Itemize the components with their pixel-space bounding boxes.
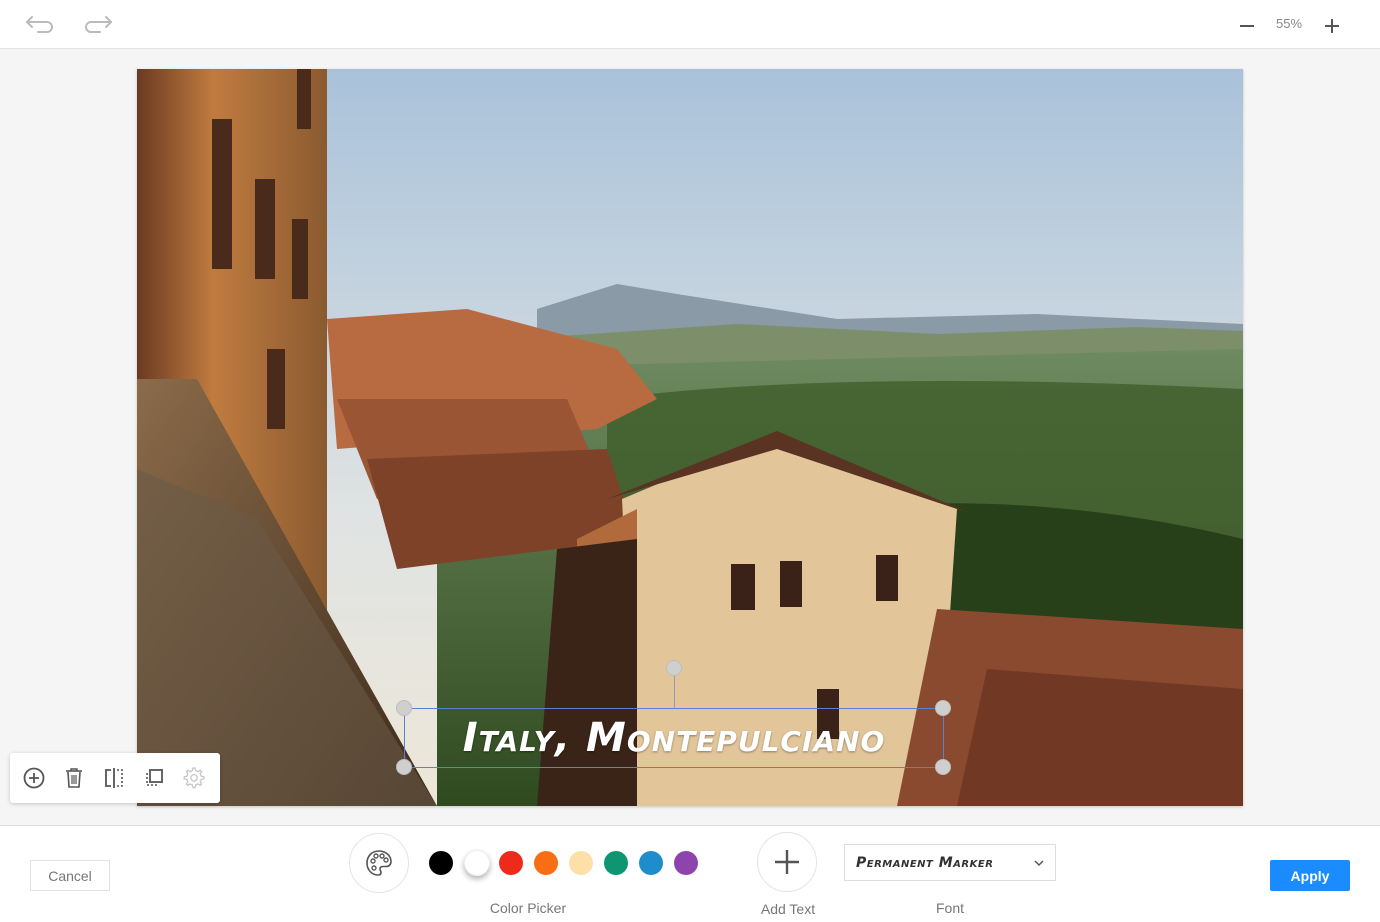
- color-swatch[interactable]: [674, 851, 698, 875]
- color-swatch[interactable]: [499, 851, 523, 875]
- redo-icon: [85, 16, 112, 33]
- color-swatch[interactable]: [429, 851, 453, 875]
- zoom-level: 55%: [1275, 16, 1303, 31]
- plus-icon: [775, 850, 799, 874]
- redo-button[interactable]: [80, 8, 116, 40]
- bottom-toolbar: Cancel Color Picker Add Text Permanent M…: [0, 825, 1380, 922]
- minus-icon: [1240, 25, 1254, 27]
- font-dropdown[interactable]: Permanent Marker: [844, 844, 1056, 881]
- settings-button[interactable]: [182, 766, 206, 790]
- rotation-guide: [674, 676, 675, 708]
- gear-icon: [183, 767, 205, 789]
- flip-icon: [105, 768, 123, 788]
- object-tools-panel: [10, 753, 220, 803]
- duplicate-icon: [146, 769, 163, 786]
- add-button[interactable]: [22, 766, 46, 790]
- flip-button[interactable]: [102, 766, 126, 790]
- color-swatch[interactable]: [604, 851, 628, 875]
- cancel-button[interactable]: Cancel: [30, 860, 110, 891]
- color-swatch[interactable]: [569, 851, 593, 875]
- zoom-in-button[interactable]: [1318, 12, 1346, 40]
- color-swatch[interactable]: [639, 851, 663, 875]
- photo-canvas[interactable]: [137, 69, 1243, 806]
- color-swatch[interactable]: [534, 851, 558, 875]
- resize-handle-bottom-left[interactable]: [396, 759, 412, 775]
- resize-handle-top-right[interactable]: [935, 700, 951, 716]
- add-icon: [23, 767, 45, 789]
- rotate-handle[interactable]: [666, 660, 682, 676]
- plus-icon: [1325, 19, 1339, 33]
- trash-icon: [66, 768, 82, 788]
- undo-icon: [26, 16, 53, 33]
- undo-button[interactable]: [22, 8, 58, 40]
- apply-button[interactable]: Apply: [1270, 860, 1350, 891]
- color-swatch[interactable]: [464, 850, 490, 876]
- font-label: Font: [935, 900, 964, 916]
- duplicate-button[interactable]: [142, 766, 166, 790]
- top-toolbar: 55%: [0, 0, 1380, 49]
- photo-illustration: [137, 69, 1243, 806]
- palette-icon: [366, 850, 392, 876]
- chevron-down-icon: [1034, 860, 1044, 866]
- resize-handle-top-left[interactable]: [396, 700, 412, 716]
- overlay-text[interactable]: Italy, Montepulciano: [404, 708, 944, 768]
- add-text-label: Add Text: [760, 901, 816, 917]
- color-picker-button[interactable]: [349, 833, 409, 893]
- zoom-out-button[interactable]: [1234, 12, 1260, 40]
- color-picker-label: Color Picker: [489, 900, 567, 916]
- font-value: Permanent Marker: [856, 854, 994, 871]
- delete-button[interactable]: [62, 766, 86, 790]
- add-text-button[interactable]: [757, 832, 817, 892]
- resize-handle-bottom-right[interactable]: [935, 759, 951, 775]
